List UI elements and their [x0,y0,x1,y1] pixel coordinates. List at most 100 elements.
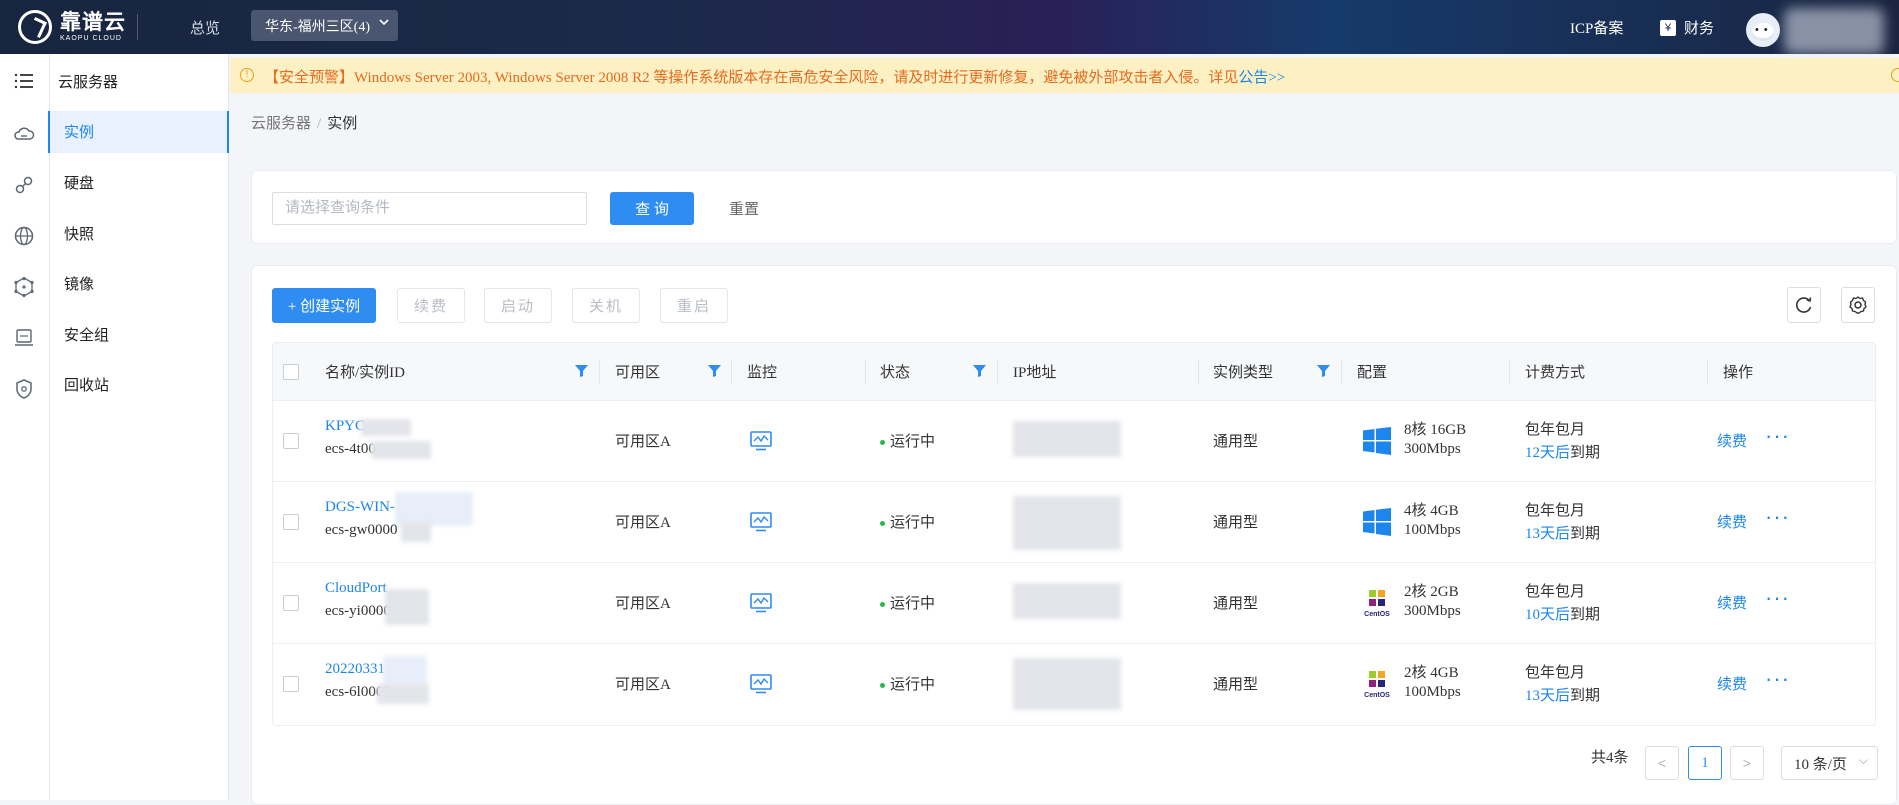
sidebar-item-security-groups[interactable]: 安全组 [50,314,229,356]
menu-title: 云服务器 [58,75,119,91]
zone: 可用区A [615,434,671,450]
instance-type: 通用型 [1213,677,1259,693]
monitor-chart-icon[interactable] [750,593,772,613]
cloud-icon[interactable] [13,123,35,145]
sidebar-item-snapshots[interactable]: 快照 [50,213,229,255]
zone: 可用区A [615,677,671,693]
expiry-days: 13天后 [1525,526,1571,542]
breadcrumb-root[interactable]: 云服务器 [251,116,311,132]
status-running: 运行中 [880,592,935,613]
col-separator [731,360,732,384]
row-checkbox[interactable] [283,676,299,692]
instance-name-link[interactable]: KPYC [325,418,365,435]
redacted-id [371,441,431,459]
row-renew-link[interactable]: 续费 [1717,430,1747,451]
instance-type: 通用型 [1213,434,1259,450]
instance-id: ecs-gw0000 [325,522,398,538]
shutdown-button[interactable]: 关机 [572,288,640,323]
instance-name-link[interactable]: 202203311 [325,661,392,678]
shield-icon[interactable] [13,378,35,400]
page-size-select[interactable]: 10 条/页 ⌵ [1781,746,1878,780]
start-button[interactable]: 启动 [484,288,552,323]
row-checkbox[interactable] [283,595,299,611]
sidebar-item-recycle-bin[interactable]: 回收站 [50,364,229,406]
username-redacted[interactable] [1784,8,1884,54]
refresh-button[interactable] [1787,287,1821,323]
expiry: 10天后到期 [1525,603,1600,624]
security-alert-banner: ! 【安全预警】Windows Server 2003, Windows Ser… [230,58,1899,93]
prev-page-button[interactable]: < [1645,746,1679,780]
finance-link[interactable]: ¥ 财务 [1660,17,1714,38]
nav-overview-link[interactable]: 总览 [190,17,220,38]
sidebar-item-disks[interactable]: 硬盘 [50,162,229,204]
icp-link[interactable]: ICP备案 [1570,17,1623,38]
expiry-label: 到期 [1570,688,1601,704]
status-running: 运行中 [880,673,935,694]
expiry-label: 到期 [1570,607,1601,623]
row-renew-link[interactable]: 续费 [1717,511,1747,532]
table-row[interactable]: KPYC ecs-4t00 可用区A 运行中 通用型 8核 16GB 300Mb… [273,401,1875,482]
region-select[interactable]: 华东-福州三区(4) [251,10,398,41]
billing-mode: 包年包月 [1525,503,1586,519]
renew-button[interactable]: 续费 [397,288,465,323]
filter-icon[interactable] [1317,365,1330,377]
create-instance-button[interactable]: + 创建实例 [272,288,376,323]
sidebar-item-images[interactable]: 镜像 [50,263,229,305]
filter-icon[interactable] [973,365,986,377]
disk-icon[interactable] [13,174,35,196]
instance-table: 名称/实例ID 可用区 监控 状态 IP地址 实例类型 配置 计费方式 操作 K… [272,342,1876,726]
user-avatar[interactable] [1746,13,1780,47]
filter-icon[interactable] [575,365,588,377]
expiry-label: 到期 [1570,526,1601,542]
gear-icon [1849,296,1867,314]
col-type: 实例类型 [1213,365,1274,381]
query-button[interactable]: 查 询 [610,192,694,225]
security-group-icon[interactable] [13,327,35,349]
page-number-current[interactable]: 1 [1688,746,1722,780]
instance-name-link[interactable]: CloudPort [325,580,387,597]
nav-divider [137,14,138,40]
reset-button[interactable]: 重置 [702,192,786,225]
network-icon[interactable] [13,276,35,298]
row-checkbox[interactable] [283,514,299,530]
status-text: 运行中 [890,515,936,531]
bandwidth: 300Mbps [1404,603,1461,619]
instance-name-link[interactable]: DGS-WIN- [325,499,395,516]
filter-icon[interactable] [708,365,721,377]
settings-button[interactable] [1841,287,1875,323]
search-input[interactable] [272,192,587,225]
side-menu: 云服务器 实例 硬盘 快照 镜像 安全组 回收站 [50,54,229,800]
windows-icon [1363,427,1391,455]
col-separator [1341,360,1342,384]
restart-button[interactable]: 重启 [660,288,728,323]
select-all-checkbox[interactable] [283,364,299,380]
expiry-days: 13天后 [1525,688,1571,704]
more-actions-icon[interactable]: ··· [1765,504,1790,530]
table-row[interactable]: CloudPort ecs-yi0000 可用区A 运行中 通用型 CentOS… [273,563,1875,644]
monitor-chart-icon[interactable] [750,431,772,451]
row-renew-link[interactable]: 续费 [1717,673,1747,694]
menu-toggle-icon[interactable] [13,70,35,92]
warning-icon: ! [240,68,254,82]
row-checkbox[interactable] [283,433,299,449]
chevron-down-icon: ⌵ [1858,753,1868,767]
top-navbar: 靠谱云 KAOPU CLOUD 总览 华东-福州三区(4) ICP备案 ¥ 财务 [0,0,1899,54]
more-actions-icon[interactable]: ··· [1765,423,1790,449]
monitor-chart-icon[interactable] [750,674,772,694]
globe-icon[interactable] [13,225,35,247]
monitor-chart-icon[interactable] [750,512,772,532]
icon-rail [0,54,50,800]
col-separator [599,360,600,384]
announcement-link[interactable]: 公告>> [1238,70,1285,86]
more-actions-icon[interactable]: ··· [1765,585,1790,611]
redacted-ip [1013,583,1121,619]
table-row[interactable]: DGS-WIN- ecs-gw0000 可用区A 运行中 通用型 4核 4GB … [273,482,1875,563]
row-renew-link[interactable]: 续费 [1717,592,1747,613]
next-page-button[interactable]: > [1730,746,1764,780]
col-ip: IP地址 [1013,365,1057,381]
more-actions-icon[interactable]: ··· [1765,666,1790,692]
brand-logo[interactable]: 靠谱云 KAOPU CLOUD [18,10,126,44]
table-row[interactable]: 202203311 ecs-6l0000 可用区A 运行中 通用型 CentOS… [273,644,1875,725]
status-text: 运行中 [890,434,936,450]
sidebar-item-instances[interactable]: 实例 [50,111,229,153]
